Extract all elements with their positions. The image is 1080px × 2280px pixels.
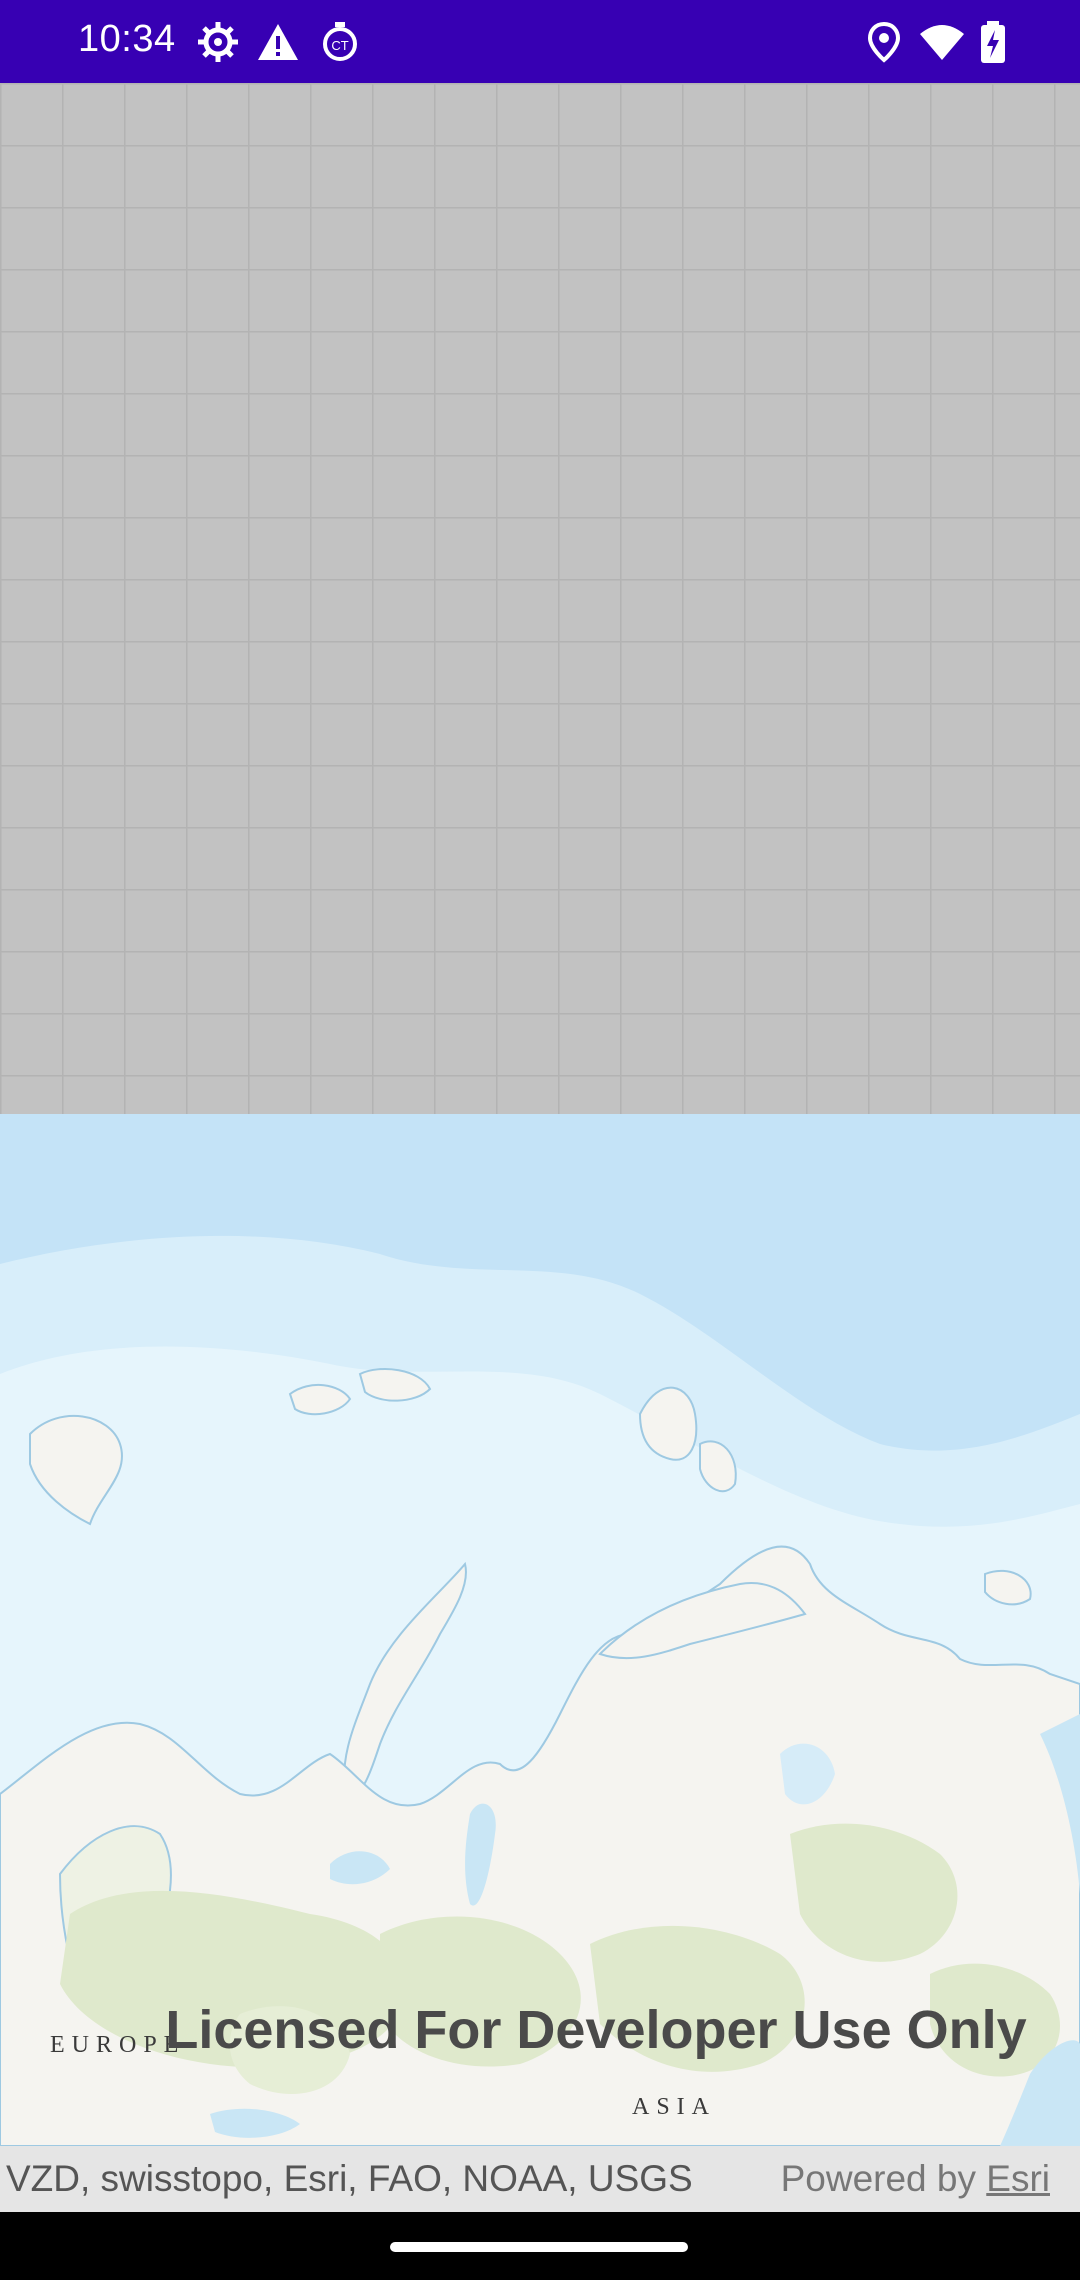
- status-bar: 10:34 CT: [0, 0, 1080, 83]
- esri-link[interactable]: Esri: [986, 2158, 1050, 2199]
- map-label-asia: ASIA: [632, 2094, 717, 2120]
- powered-by-label: Powered by: [780, 2158, 976, 2199]
- battery-charging-icon: [978, 20, 1022, 64]
- location-pin-icon: [862, 20, 906, 64]
- attribution-bar[interactable]: VZD, swisstopo, Esri, FAO, NOAA, USGS Po…: [0, 2146, 1080, 2212]
- svg-text:CT: CT: [331, 38, 348, 53]
- settings-gear-icon: [196, 20, 240, 64]
- ct-timer-icon: CT: [318, 20, 362, 64]
- status-time: 10:34: [78, 18, 176, 60]
- license-watermark: Licensed For Developer Use Only: [165, 2000, 1027, 2060]
- wifi-icon: [918, 20, 964, 64]
- map-view[interactable]: EUROPE ASIA Licensed For Developer Use O…: [0, 1114, 1080, 2146]
- navigation-bar: [0, 2212, 1080, 2280]
- gesture-handle[interactable]: [390, 2242, 688, 2252]
- map-loading-grid[interactable]: [0, 83, 1080, 1114]
- attribution-sources[interactable]: VZD, swisstopo, Esri, FAO, NOAA, USGS: [6, 2158, 693, 2200]
- basemap-graphic: [0, 1114, 1080, 2146]
- warning-icon: [256, 20, 300, 64]
- powered-by: Powered by Esri: [781, 2158, 1050, 2200]
